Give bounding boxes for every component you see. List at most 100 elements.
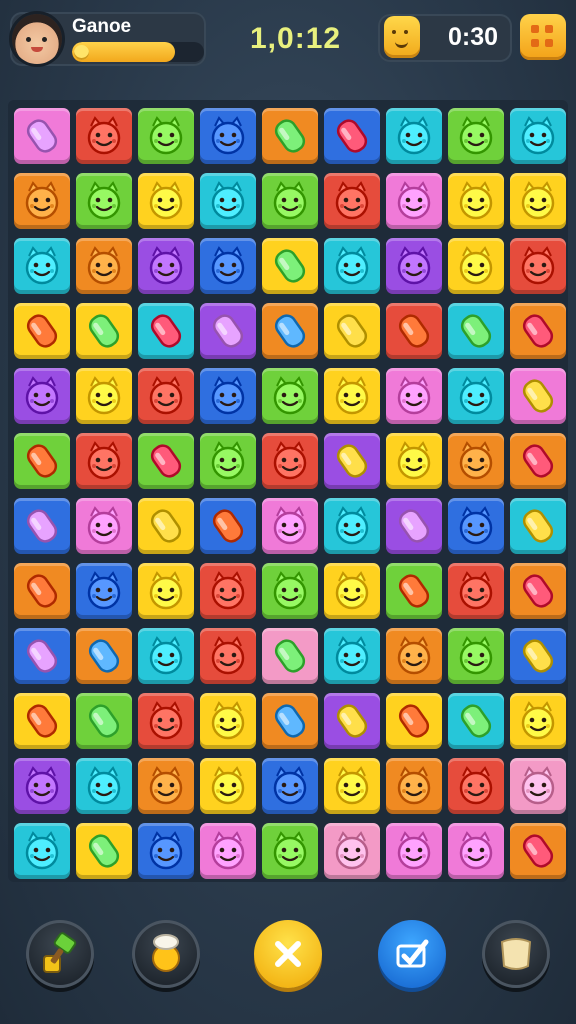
- tile[interactable]: [200, 238, 256, 294]
- tile[interactable]: [262, 368, 318, 424]
- tile[interactable]: [510, 693, 566, 749]
- tile[interactable]: [510, 303, 566, 359]
- tile[interactable]: [76, 758, 132, 814]
- tile[interactable]: [14, 433, 70, 489]
- tile[interactable]: [386, 498, 442, 554]
- hammer-button[interactable]: [26, 920, 94, 988]
- tile[interactable]: [448, 628, 504, 684]
- player-card[interactable]: Ganoe: [10, 12, 206, 66]
- tile[interactable]: [386, 628, 442, 684]
- tile[interactable]: [262, 108, 318, 164]
- check-button[interactable]: [378, 920, 446, 988]
- tile[interactable]: [448, 368, 504, 424]
- tile[interactable]: [510, 368, 566, 424]
- tile[interactable]: [138, 693, 194, 749]
- tile[interactable]: [76, 173, 132, 229]
- tile[interactable]: [138, 173, 194, 229]
- menu-button[interactable]: [520, 14, 566, 60]
- tile[interactable]: [200, 433, 256, 489]
- tile[interactable]: [324, 433, 380, 489]
- tile[interactable]: [200, 498, 256, 554]
- tile[interactable]: [324, 563, 380, 619]
- tile[interactable]: [386, 823, 442, 879]
- tile[interactable]: [510, 498, 566, 554]
- tile[interactable]: [324, 368, 380, 424]
- tile[interactable]: [76, 628, 132, 684]
- tile[interactable]: [262, 433, 318, 489]
- tile[interactable]: [386, 758, 442, 814]
- tile[interactable]: [448, 498, 504, 554]
- tile[interactable]: [324, 498, 380, 554]
- tile[interactable]: [76, 368, 132, 424]
- tile[interactable]: [386, 433, 442, 489]
- tile[interactable]: [138, 433, 194, 489]
- tile[interactable]: [14, 823, 70, 879]
- tile[interactable]: [324, 628, 380, 684]
- tile[interactable]: [200, 823, 256, 879]
- tile[interactable]: [76, 303, 132, 359]
- tile[interactable]: [14, 108, 70, 164]
- tile[interactable]: [510, 758, 566, 814]
- tile[interactable]: [386, 108, 442, 164]
- tile[interactable]: [386, 693, 442, 749]
- tile[interactable]: [262, 563, 318, 619]
- tile[interactable]: [510, 628, 566, 684]
- tile[interactable]: [448, 823, 504, 879]
- tile[interactable]: [138, 303, 194, 359]
- tile[interactable]: [448, 238, 504, 294]
- tile[interactable]: [448, 758, 504, 814]
- chef-button[interactable]: [132, 920, 200, 988]
- tile[interactable]: [262, 758, 318, 814]
- tile[interactable]: [14, 563, 70, 619]
- tile[interactable]: [14, 758, 70, 814]
- tile[interactable]: [448, 303, 504, 359]
- cancel-button[interactable]: [254, 920, 322, 988]
- tile[interactable]: [510, 823, 566, 879]
- tile[interactable]: [448, 693, 504, 749]
- tile[interactable]: [76, 433, 132, 489]
- tile[interactable]: [324, 303, 380, 359]
- scroll-button[interactable]: [482, 920, 550, 988]
- tile[interactable]: [138, 628, 194, 684]
- tile[interactable]: [262, 238, 318, 294]
- tile[interactable]: [510, 238, 566, 294]
- tile[interactable]: [324, 823, 380, 879]
- tile[interactable]: [386, 303, 442, 359]
- tile[interactable]: [14, 368, 70, 424]
- tile[interactable]: [448, 433, 504, 489]
- tile[interactable]: [138, 498, 194, 554]
- tile[interactable]: [76, 108, 132, 164]
- tile[interactable]: [386, 238, 442, 294]
- tile[interactable]: [262, 628, 318, 684]
- tile[interactable]: [324, 238, 380, 294]
- tile[interactable]: [510, 108, 566, 164]
- tile[interactable]: [510, 433, 566, 489]
- tile[interactable]: [200, 108, 256, 164]
- tile[interactable]: [324, 758, 380, 814]
- tile[interactable]: [14, 628, 70, 684]
- tile[interactable]: [200, 628, 256, 684]
- tile[interactable]: [200, 693, 256, 749]
- tile[interactable]: [76, 563, 132, 619]
- tile[interactable]: [510, 563, 566, 619]
- tile[interactable]: [14, 173, 70, 229]
- tile[interactable]: [200, 563, 256, 619]
- tile[interactable]: [510, 173, 566, 229]
- tile[interactable]: [138, 368, 194, 424]
- tile[interactable]: [324, 693, 380, 749]
- tile[interactable]: [138, 238, 194, 294]
- tile[interactable]: [200, 368, 256, 424]
- tile[interactable]: [76, 693, 132, 749]
- tile[interactable]: [138, 563, 194, 619]
- tile[interactable]: [138, 758, 194, 814]
- tile[interactable]: [200, 173, 256, 229]
- tile[interactable]: [386, 368, 442, 424]
- tile[interactable]: [448, 108, 504, 164]
- tile[interactable]: [14, 498, 70, 554]
- tile[interactable]: [76, 498, 132, 554]
- tile[interactable]: [138, 108, 194, 164]
- tile[interactable]: [14, 238, 70, 294]
- tile[interactable]: [200, 303, 256, 359]
- tile[interactable]: [76, 823, 132, 879]
- tile[interactable]: [138, 823, 194, 879]
